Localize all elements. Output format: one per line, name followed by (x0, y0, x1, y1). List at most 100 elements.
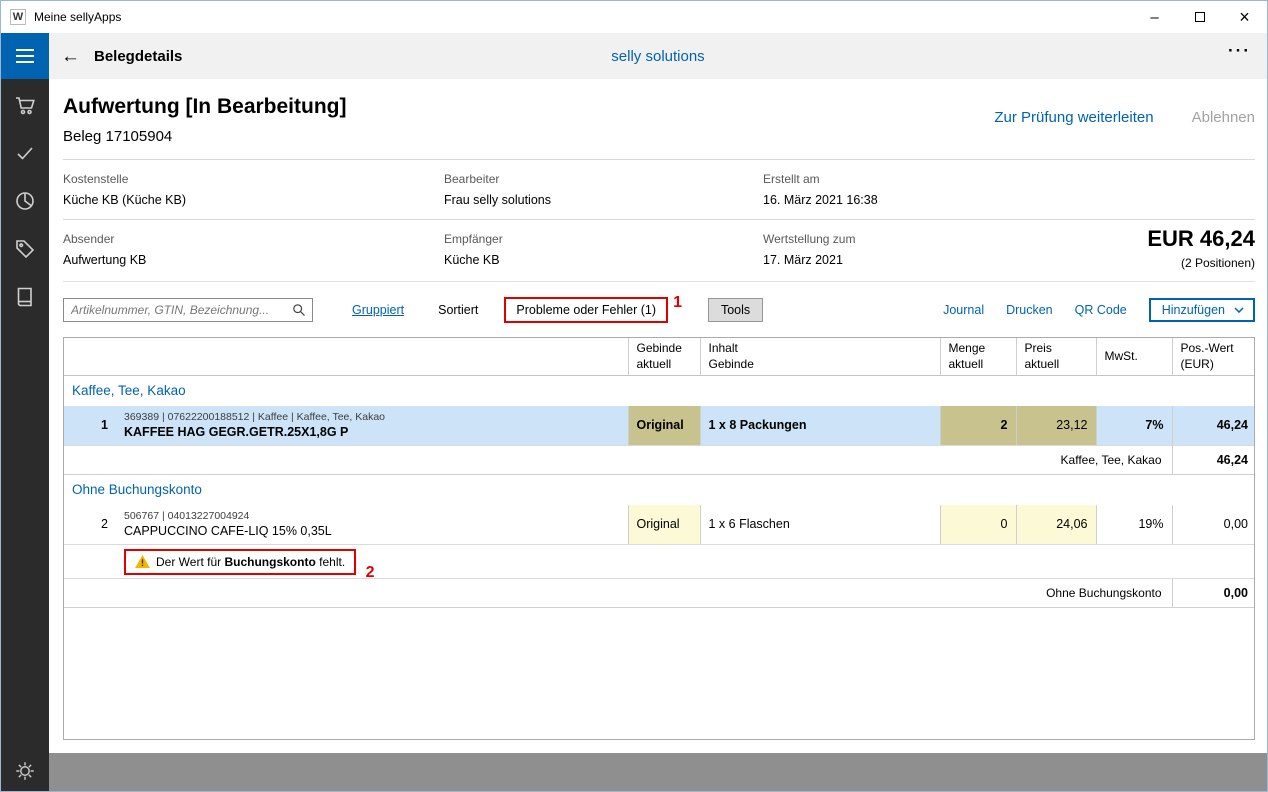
journal-link[interactable]: Journal (943, 303, 984, 317)
app-header: ← Belegdetails selly solutions ··· (49, 33, 1267, 79)
search-box[interactable] (63, 298, 313, 322)
bottom-command-bar (49, 753, 1267, 791)
settings-button[interactable] (1, 757, 49, 785)
document-number: Beleg 17105904 (63, 128, 1255, 145)
qr-code-link[interactable]: QR Code (1075, 303, 1127, 317)
warning-text: Der Wert für Buchungskonto fehlt. (156, 555, 345, 569)
menge-cell[interactable]: 2 (940, 406, 1016, 446)
col-header-description (116, 338, 628, 376)
col-header-menge: Menge aktuell (940, 338, 1016, 376)
preis-cell[interactable]: 23,12 (1016, 406, 1096, 446)
sorted-toggle[interactable]: Sortiert (438, 303, 478, 317)
article-meta: 369389 | 07622200188512 | Kaffee | Kaffe… (124, 411, 620, 423)
gebinde-cell[interactable]: Original (628, 406, 700, 446)
menge-cell[interactable]: 0 (940, 505, 1016, 545)
col-header-wert: Pos.-Wert (EUR) (1172, 338, 1255, 376)
field-value: Küche KB (Küche KB) (63, 193, 444, 207)
article-cell: 506767 | 04013227004924 CAPPUCCINO CAFE-… (116, 505, 628, 545)
mwst-cell: 7% (1096, 406, 1172, 446)
group-subtotal-row: Kaffee, Tee, Kakao 46,24 (64, 446, 1255, 475)
search-input[interactable] (71, 303, 292, 317)
book-icon (13, 285, 37, 309)
sidebar-item-cart[interactable] (1, 93, 49, 117)
col-header-inhalt: Inhalt Gebinde (700, 338, 940, 376)
sidebar-item-reports[interactable] (1, 189, 49, 213)
checkmark-icon (13, 141, 37, 165)
article-name: KAFFEE HAG GEGR.GETR.25X1,8G P (124, 425, 620, 439)
field-value: Frau selly solutions (444, 193, 763, 207)
sidebar-item-approvals[interactable] (1, 141, 49, 165)
sidebar (1, 33, 49, 791)
article-meta: 506767 | 04013227004924 (124, 510, 620, 522)
main-area: Aufwertung [In Bearbeitung] Beleg 171059… (49, 79, 1267, 753)
inhalt-cell: 1 x 6 Flaschen (700, 505, 940, 545)
annotation-marker-2: 2 (366, 564, 375, 581)
subtotal-label: Ohne Buchungskonto (64, 579, 1172, 608)
wert-cell: 0,00 (1172, 505, 1255, 545)
back-button[interactable]: ← (61, 47, 80, 66)
row-number: 1 (64, 406, 116, 446)
window-title: Meine sellyApps (34, 10, 121, 24)
document-position-count: (2 Positionen) (1147, 256, 1255, 270)
group-header: Ohne Buchungskonto (64, 475, 1255, 505)
settings-gear-icon (14, 760, 36, 782)
tools-button[interactable]: Tools (708, 298, 763, 322)
print-link[interactable]: Drucken (1006, 303, 1053, 317)
subtotal-value: 0,00 (1172, 579, 1255, 608)
field-value: Küche KB (444, 253, 763, 267)
group-subtotal-row: Ohne Buchungskonto 0,00 (64, 579, 1255, 608)
field-label: Kostenstelle (63, 172, 444, 186)
maximize-icon (1195, 12, 1205, 22)
mwst-cell: 19% (1096, 505, 1172, 545)
field-label: Bearbeiter (444, 172, 763, 186)
more-button[interactable]: ··· (1228, 41, 1251, 61)
subtotal-label: Kaffee, Tee, Kakao (64, 446, 1172, 475)
close-button[interactable]: × (1222, 2, 1267, 33)
add-dropdown-button[interactable]: Hinzufügen (1149, 298, 1255, 322)
problems-errors-filter[interactable]: Probleme oder Fehler (1) (504, 297, 668, 323)
table-row[interactable]: 1 369389 | 07622200188512 | Kaffee | Kaf… (64, 406, 1255, 446)
col-header-mwst: MwSt. (1096, 338, 1172, 376)
maximize-button[interactable] (1177, 2, 1222, 33)
grouped-toggle[interactable]: Gruppiert (352, 303, 404, 317)
document-total: EUR 46,24 (1147, 226, 1255, 252)
group-header: Kaffee, Tee, Kakao (64, 376, 1255, 406)
field-label: Absender (63, 232, 444, 246)
document-fields-row1: Kostenstelle Küche KB (Küche KB) Bearbei… (63, 160, 1255, 219)
sidebar-item-ledger[interactable] (1, 285, 49, 309)
divider (63, 281, 1255, 282)
field-label: Empfänger (444, 232, 763, 246)
subtotal-value: 46,24 (1172, 446, 1255, 475)
sidebar-item-pricing[interactable] (1, 237, 49, 261)
preis-cell[interactable]: 24,06 (1016, 505, 1096, 545)
menu-button[interactable] (1, 33, 49, 79)
titlebar: W Meine sellyApps – × (1, 1, 1267, 33)
add-label: Hinzufügen (1162, 303, 1225, 317)
col-header-num (64, 338, 116, 376)
missing-buchungskonto-warning: Der Wert für Buchungskonto fehlt. (124, 549, 356, 575)
list-toolbar: Gruppiert Sortiert Probleme oder Fehler … (63, 296, 1255, 324)
page-title: Belegdetails (94, 48, 182, 65)
field-value: Aufwertung KB (63, 253, 444, 267)
inhalt-cell: 1 x 8 Packungen (700, 406, 940, 446)
app-window: W Meine sellyApps – × (0, 0, 1268, 792)
col-header-gebinde: Gebinde aktuell (628, 338, 700, 376)
table-row[interactable]: 2 506767 | 04013227004924 CAPPUCCINO CAF… (64, 505, 1255, 545)
minimize-button[interactable]: – (1132, 2, 1177, 33)
field-label: Erstellt am (763, 172, 1255, 186)
gebinde-cell[interactable]: Original (628, 505, 700, 545)
document-fields-row2: Absender Aufwertung KB Empfänger Küche K… (63, 220, 1255, 279)
reject-button[interactable]: Ablehnen (1192, 109, 1255, 126)
shopping-cart-icon (13, 93, 37, 117)
field-value: 16. März 2021 16:38 (763, 193, 1255, 207)
row-number: 2 (64, 505, 116, 545)
search-icon[interactable] (292, 303, 306, 317)
app-title: selly solutions (611, 48, 704, 65)
wert-cell: 46,24 (1172, 406, 1255, 446)
annotation-marker-1: 1 (673, 294, 682, 312)
warning-row: Der Wert für Buchungskonto fehlt. 2 (64, 545, 1255, 579)
pie-chart-icon (13, 189, 37, 213)
forward-for-review-button[interactable]: Zur Prüfung weiterleiten (994, 109, 1153, 126)
table-header-row: Gebinde aktuell Inhalt Gebinde Menge akt… (64, 338, 1255, 376)
article-name: CAPPUCCINO CAFE-LIQ 15% 0,35L (124, 524, 620, 538)
